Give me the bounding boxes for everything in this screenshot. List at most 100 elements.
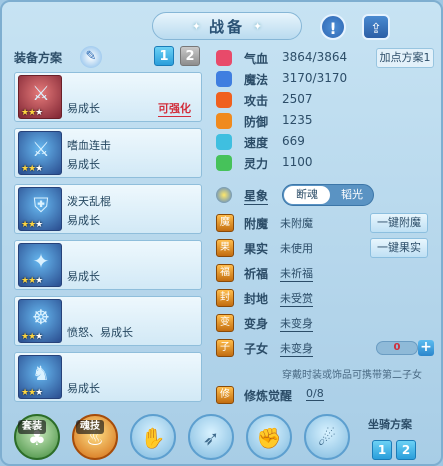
equip-trait-line: 易成长 — [67, 270, 100, 283]
attach-label: 附魔 — [244, 217, 269, 231]
skill-slot[interactable]: ☄ — [304, 414, 350, 460]
skill-bar: ♣ 套装 ♨ 魂技 ✋ ➶ ✊ ☄ 坐骑方案 1 2 — [2, 408, 441, 464]
skill-slot[interactable]: ➶ — [188, 414, 234, 460]
stat-label: 防御 — [244, 115, 269, 129]
attach-value: 未使用 — [280, 242, 313, 255]
stat-icon — [216, 113, 232, 129]
equip-card[interactable]: ⛨ ★★★ 泼天乱棍 易成长 — [14, 184, 202, 234]
add-point-plan-button[interactable]: 加点方案1 — [376, 48, 434, 68]
equip-icon[interactable]: ⚔ ★★★ — [18, 75, 62, 119]
star-sign-option-duanhun[interactable]: 断魂 — [284, 186, 330, 204]
stat-value: 1235 — [282, 113, 313, 127]
equip-card[interactable]: ☸ ★★★ 愤怒、易成长 — [14, 296, 202, 346]
equip-icon[interactable]: ☸ ★★★ — [18, 299, 62, 343]
stats-panel: 气血 3864/3864 魔法 3170/3170 攻击 2507 防御 1235 速度 669 灵… — [214, 44, 436, 444]
attach-label: 封地 — [244, 292, 269, 306]
skill-slot[interactable]: ♣ 套装 — [14, 414, 60, 460]
one-click-button[interactable]: 一键附魔 — [370, 213, 428, 233]
equip-stars: ★★★ — [21, 108, 43, 118]
equip-icon[interactable]: ⚔ ★★★ — [18, 131, 62, 175]
stat-label: 速度 — [244, 136, 269, 150]
attach-icon: 魔 — [216, 214, 234, 232]
attach-value: 未附魔 — [280, 217, 313, 230]
stat-row: 魔法 3170/3170 — [214, 69, 436, 89]
stat-icon — [216, 134, 232, 150]
equip-glyph-icon: ⚔ — [32, 81, 50, 105]
attach-icon: 封 — [216, 289, 234, 307]
skill-glyph-icon: ✊ — [256, 426, 282, 450]
attach-icon: 果 — [216, 239, 234, 257]
cultivate-row: 修 修炼觉醒 0/8 — [214, 384, 436, 406]
equip-card[interactable]: ✦ ★★★ 易成长 — [14, 240, 202, 290]
equip-glyph-icon: ⚔ — [32, 137, 50, 161]
equip-trait-line: 易成长 — [67, 382, 100, 395]
cultivate-label: 修炼觉醒 — [244, 389, 293, 403]
cultivate-value[interactable]: 0/8 — [306, 387, 324, 401]
stat-icon — [216, 92, 232, 108]
skill-slot[interactable]: ✊ — [246, 414, 292, 460]
skill-glyph-icon: ✋ — [140, 426, 166, 450]
equip-stars: ★★★ — [21, 332, 43, 342]
equip-effect-line: 泼天乱棍 — [67, 195, 111, 208]
alert-icon[interactable]: ! — [320, 14, 346, 40]
equip-stars: ★★★ — [21, 220, 43, 230]
equip-card[interactable]: ⚔ ★★★ 嗜血连击 易成长 — [14, 128, 202, 178]
equip-effect-line: 嗜血连击 — [67, 139, 111, 152]
equip-trait-line: 愤怒、易成长 — [67, 326, 133, 339]
equip-trait-line: 易成长 — [67, 102, 100, 115]
skill-slot[interactable]: ✋ — [130, 414, 176, 460]
equip-icon[interactable]: ♞ ★★★ — [18, 355, 62, 399]
attach-row: 魔附魔 未附魔 一键附魔 — [214, 212, 436, 234]
edit-pencil-icon[interactable]: ✎ — [80, 46, 102, 68]
skill-tag: 魂技 — [76, 420, 104, 434]
one-click-button[interactable]: 一键果实 — [370, 238, 428, 258]
add-child-plus-button[interactable]: + — [418, 340, 434, 356]
child-counter: 0 + — [376, 340, 434, 356]
attach-value[interactable]: 未受赏 — [280, 290, 313, 307]
attach-value[interactable]: 未变身 — [280, 340, 313, 357]
equip-icon[interactable]: ✦ ★★★ — [18, 243, 62, 287]
equip-card[interactable]: ♞ ★★★ 易成长 — [14, 352, 202, 402]
attach-value[interactable]: 未祈福 — [280, 265, 313, 282]
stat-row: 速度 669 — [214, 132, 436, 152]
skill-slot[interactable]: ♨ 魂技 — [72, 414, 118, 460]
attach-icon: 福 — [216, 264, 234, 282]
equip-stars: ★★★ — [21, 276, 43, 286]
stat-label: 攻击 — [244, 94, 269, 108]
stat-value: 669 — [282, 134, 305, 148]
stat-row: 攻击 2507 — [214, 90, 436, 110]
enhance-badge[interactable]: 可强化 — [158, 100, 191, 117]
page-title: 战备 — [208, 17, 245, 36]
attach-label: 变身 — [244, 317, 269, 331]
equip-glyph-icon: ✦ — [32, 249, 50, 273]
attach-row: 变变身 未变身 — [214, 312, 436, 334]
mount-plan-page-2-button[interactable]: 2 — [396, 440, 416, 460]
share-icon[interactable]: ⇪ — [362, 14, 390, 40]
equip-glyph-icon: ♞ — [32, 361, 50, 385]
mount-plan-page-1-button[interactable]: 1 — [372, 440, 392, 460]
title-bar: ✦ 战备 ✦ — [152, 12, 302, 40]
equip-card[interactable]: ⚔ ★★★ 易成长 可强化 — [14, 72, 202, 122]
star-sign-row: 星象 断魂 韬光 — [214, 184, 436, 206]
star-sign-label: 星象 — [244, 189, 269, 205]
star-sign-icon — [216, 187, 232, 203]
stat-icon — [216, 71, 232, 87]
stat-label: 气血 — [244, 52, 269, 66]
stat-icon — [216, 155, 232, 171]
equip-plan-header: 装备方案 ✎ 1 2 — [14, 46, 202, 68]
mount-plan-label: 坐骑方案 — [368, 418, 412, 431]
attach-row: 封封地 未受赏 — [214, 287, 436, 309]
equip-stars: ★★★ — [21, 164, 43, 174]
equip-plan-page-2-button[interactable]: 2 — [180, 46, 200, 66]
star-sign-toggle[interactable]: 断魂 韬光 — [282, 184, 374, 206]
equip-plan-page-1-button[interactable]: 1 — [154, 46, 174, 66]
attach-icon: 变 — [216, 314, 234, 332]
equip-icon[interactable]: ⛨ ★★★ — [18, 187, 62, 231]
attach-value[interactable]: 未变身 — [280, 315, 313, 332]
star-sign-option-taoguang[interactable]: 韬光 — [331, 186, 373, 204]
attach-label: 果实 — [244, 242, 269, 256]
attach-row: 果果实 未使用 一键果实 — [214, 237, 436, 259]
attach-row: 子子女 未变身 0 + — [214, 337, 436, 359]
stat-value: 2507 — [282, 92, 313, 106]
equip-stars: ★★★ — [21, 388, 43, 398]
